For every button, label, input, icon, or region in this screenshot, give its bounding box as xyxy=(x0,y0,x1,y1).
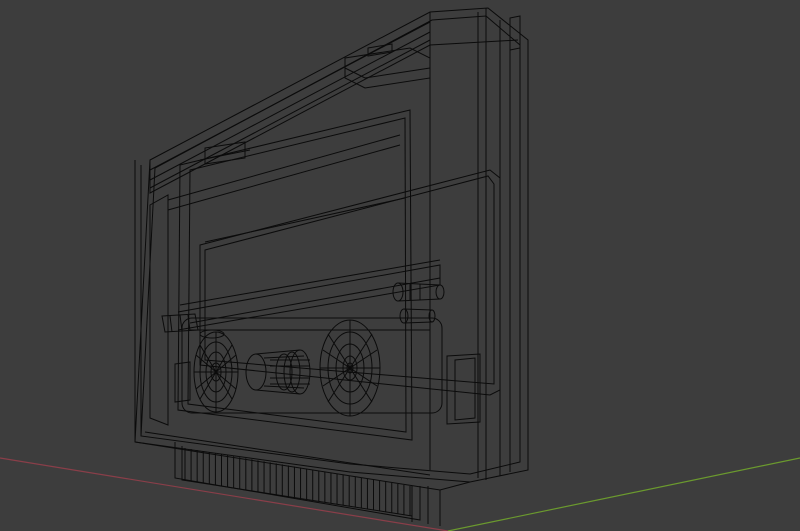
tape-window xyxy=(181,317,443,414)
left-reel xyxy=(193,331,239,413)
bottom-teeth-lines xyxy=(184,448,411,516)
x-axis-line xyxy=(0,457,449,531)
center-hub xyxy=(245,349,311,395)
right-reel xyxy=(319,319,381,417)
y-axis-line xyxy=(447,457,800,531)
3d-viewport[interactable] xyxy=(0,0,800,531)
top-clips xyxy=(199,15,521,165)
case-shell xyxy=(134,7,529,491)
viewport-canvas[interactable] xyxy=(0,0,800,531)
cassette-wireframe[interactable] xyxy=(134,7,529,526)
